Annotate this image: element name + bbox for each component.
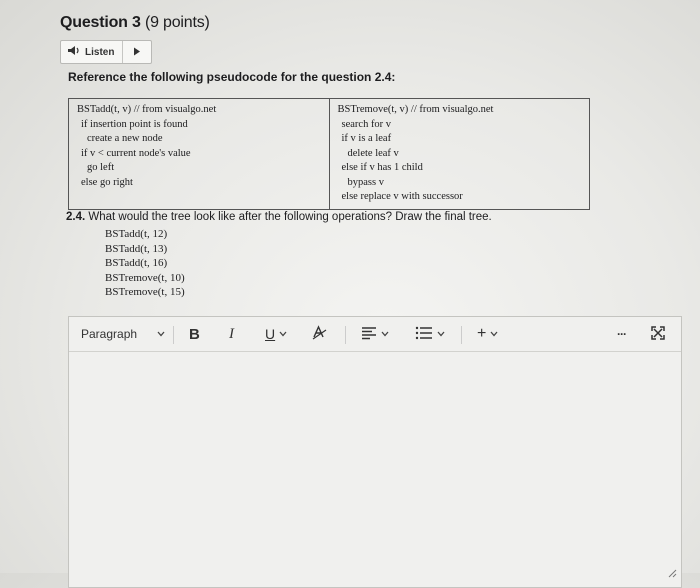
code-line: delete leaf v xyxy=(347,147,399,159)
answer-editor: Paragraph B I U + ··· xyxy=(68,316,682,588)
more-button[interactable]: ··· xyxy=(617,317,627,351)
code-line: if v < current node's value xyxy=(81,147,191,159)
chevron-down-icon xyxy=(157,329,165,339)
question-title: Question 3 (9 points) xyxy=(60,14,210,32)
align-button[interactable] xyxy=(361,317,389,351)
toolbar-divider xyxy=(461,326,462,344)
operation-item: BSTremove(t, 15) xyxy=(105,286,185,298)
bstadd-cell: BSTadd(t, v) // from visualgo.net if ins… xyxy=(68,98,330,210)
more-icon: ··· xyxy=(617,327,627,341)
code-line: else replace v with successor xyxy=(341,191,463,202)
resize-handle-icon[interactable] xyxy=(667,565,677,583)
pseudocode-table: BSTadd(t, v) // from visualgo.net if ins… xyxy=(68,98,590,210)
play-icon xyxy=(133,43,141,61)
code-line: BSTremove(t, v) // from visualgo.net xyxy=(337,104,494,115)
play-button[interactable] xyxy=(123,41,151,63)
code-line: search for v xyxy=(341,118,392,130)
operation-item: BSTadd(t, 16) xyxy=(105,257,168,269)
reference-text: Reference the following pseudocode for t… xyxy=(68,70,396,84)
question-number: Question 3 xyxy=(60,14,141,31)
bold-button[interactable]: B xyxy=(189,317,200,351)
bstremove-cell: BSTremove(t, v) // from visualgo.net sea… xyxy=(328,98,590,210)
chevron-down-icon xyxy=(381,329,389,339)
code-line: BSTadd(t, v) // from visualgo.net xyxy=(77,104,217,115)
underline-button[interactable]: U xyxy=(265,317,287,351)
fullscreen-button[interactable] xyxy=(651,317,665,351)
operation-item: BSTadd(t, 12) xyxy=(105,228,168,240)
task-number: 2.4. xyxy=(66,211,86,223)
editor-toolbar: Paragraph B I U + ··· xyxy=(69,317,681,352)
listen-label: Listen xyxy=(85,46,115,58)
text-color-icon xyxy=(311,324,329,344)
align-icon xyxy=(361,326,377,343)
bold-icon: B xyxy=(189,325,200,343)
task-prompt: 2.4. What would the tree look like after… xyxy=(66,211,492,223)
paragraph-label: Paragraph xyxy=(81,327,138,341)
chevron-down-icon xyxy=(490,329,498,339)
expand-icon xyxy=(651,325,665,343)
operation-item: BSTadd(t, 13) xyxy=(105,242,168,255)
listen-button[interactable]: Listen xyxy=(61,41,122,63)
code-line: create a new node xyxy=(87,133,163,144)
operations-list: BSTadd(t, 12) BSTadd(t, 13) BSTadd(t, 16… xyxy=(105,227,185,300)
code-line: go left xyxy=(87,162,115,173)
code-line: if v is a leaf xyxy=(341,133,392,144)
list-button[interactable] xyxy=(415,317,445,351)
insert-button[interactable]: + xyxy=(477,317,498,351)
plus-icon: + xyxy=(477,325,487,342)
list-icon xyxy=(415,326,433,343)
chevron-down-icon xyxy=(279,329,287,339)
toolbar-divider xyxy=(345,326,346,344)
code-line: bypass v xyxy=(347,176,384,188)
paragraph-select[interactable]: Paragraph xyxy=(81,317,165,351)
code-line: if insertion point is found xyxy=(81,118,188,130)
italic-icon: I xyxy=(229,325,234,342)
speaker-icon xyxy=(67,45,81,59)
code-line: else go right xyxy=(81,176,133,188)
operation-item: BSTremove(t, 10) xyxy=(105,271,185,284)
listen-control: Listen xyxy=(60,40,153,64)
editor-content-area[interactable] xyxy=(69,352,681,572)
chevron-down-icon xyxy=(437,329,445,339)
text-color-button[interactable] xyxy=(311,317,329,351)
question-points: (9 points) xyxy=(144,14,210,31)
code-line: else if v has 1 child xyxy=(341,162,423,173)
toolbar-divider xyxy=(173,326,174,344)
underline-icon: U xyxy=(265,326,276,342)
task-text: What would the tree look like after the … xyxy=(88,211,492,223)
italic-button[interactable]: I xyxy=(229,317,234,351)
